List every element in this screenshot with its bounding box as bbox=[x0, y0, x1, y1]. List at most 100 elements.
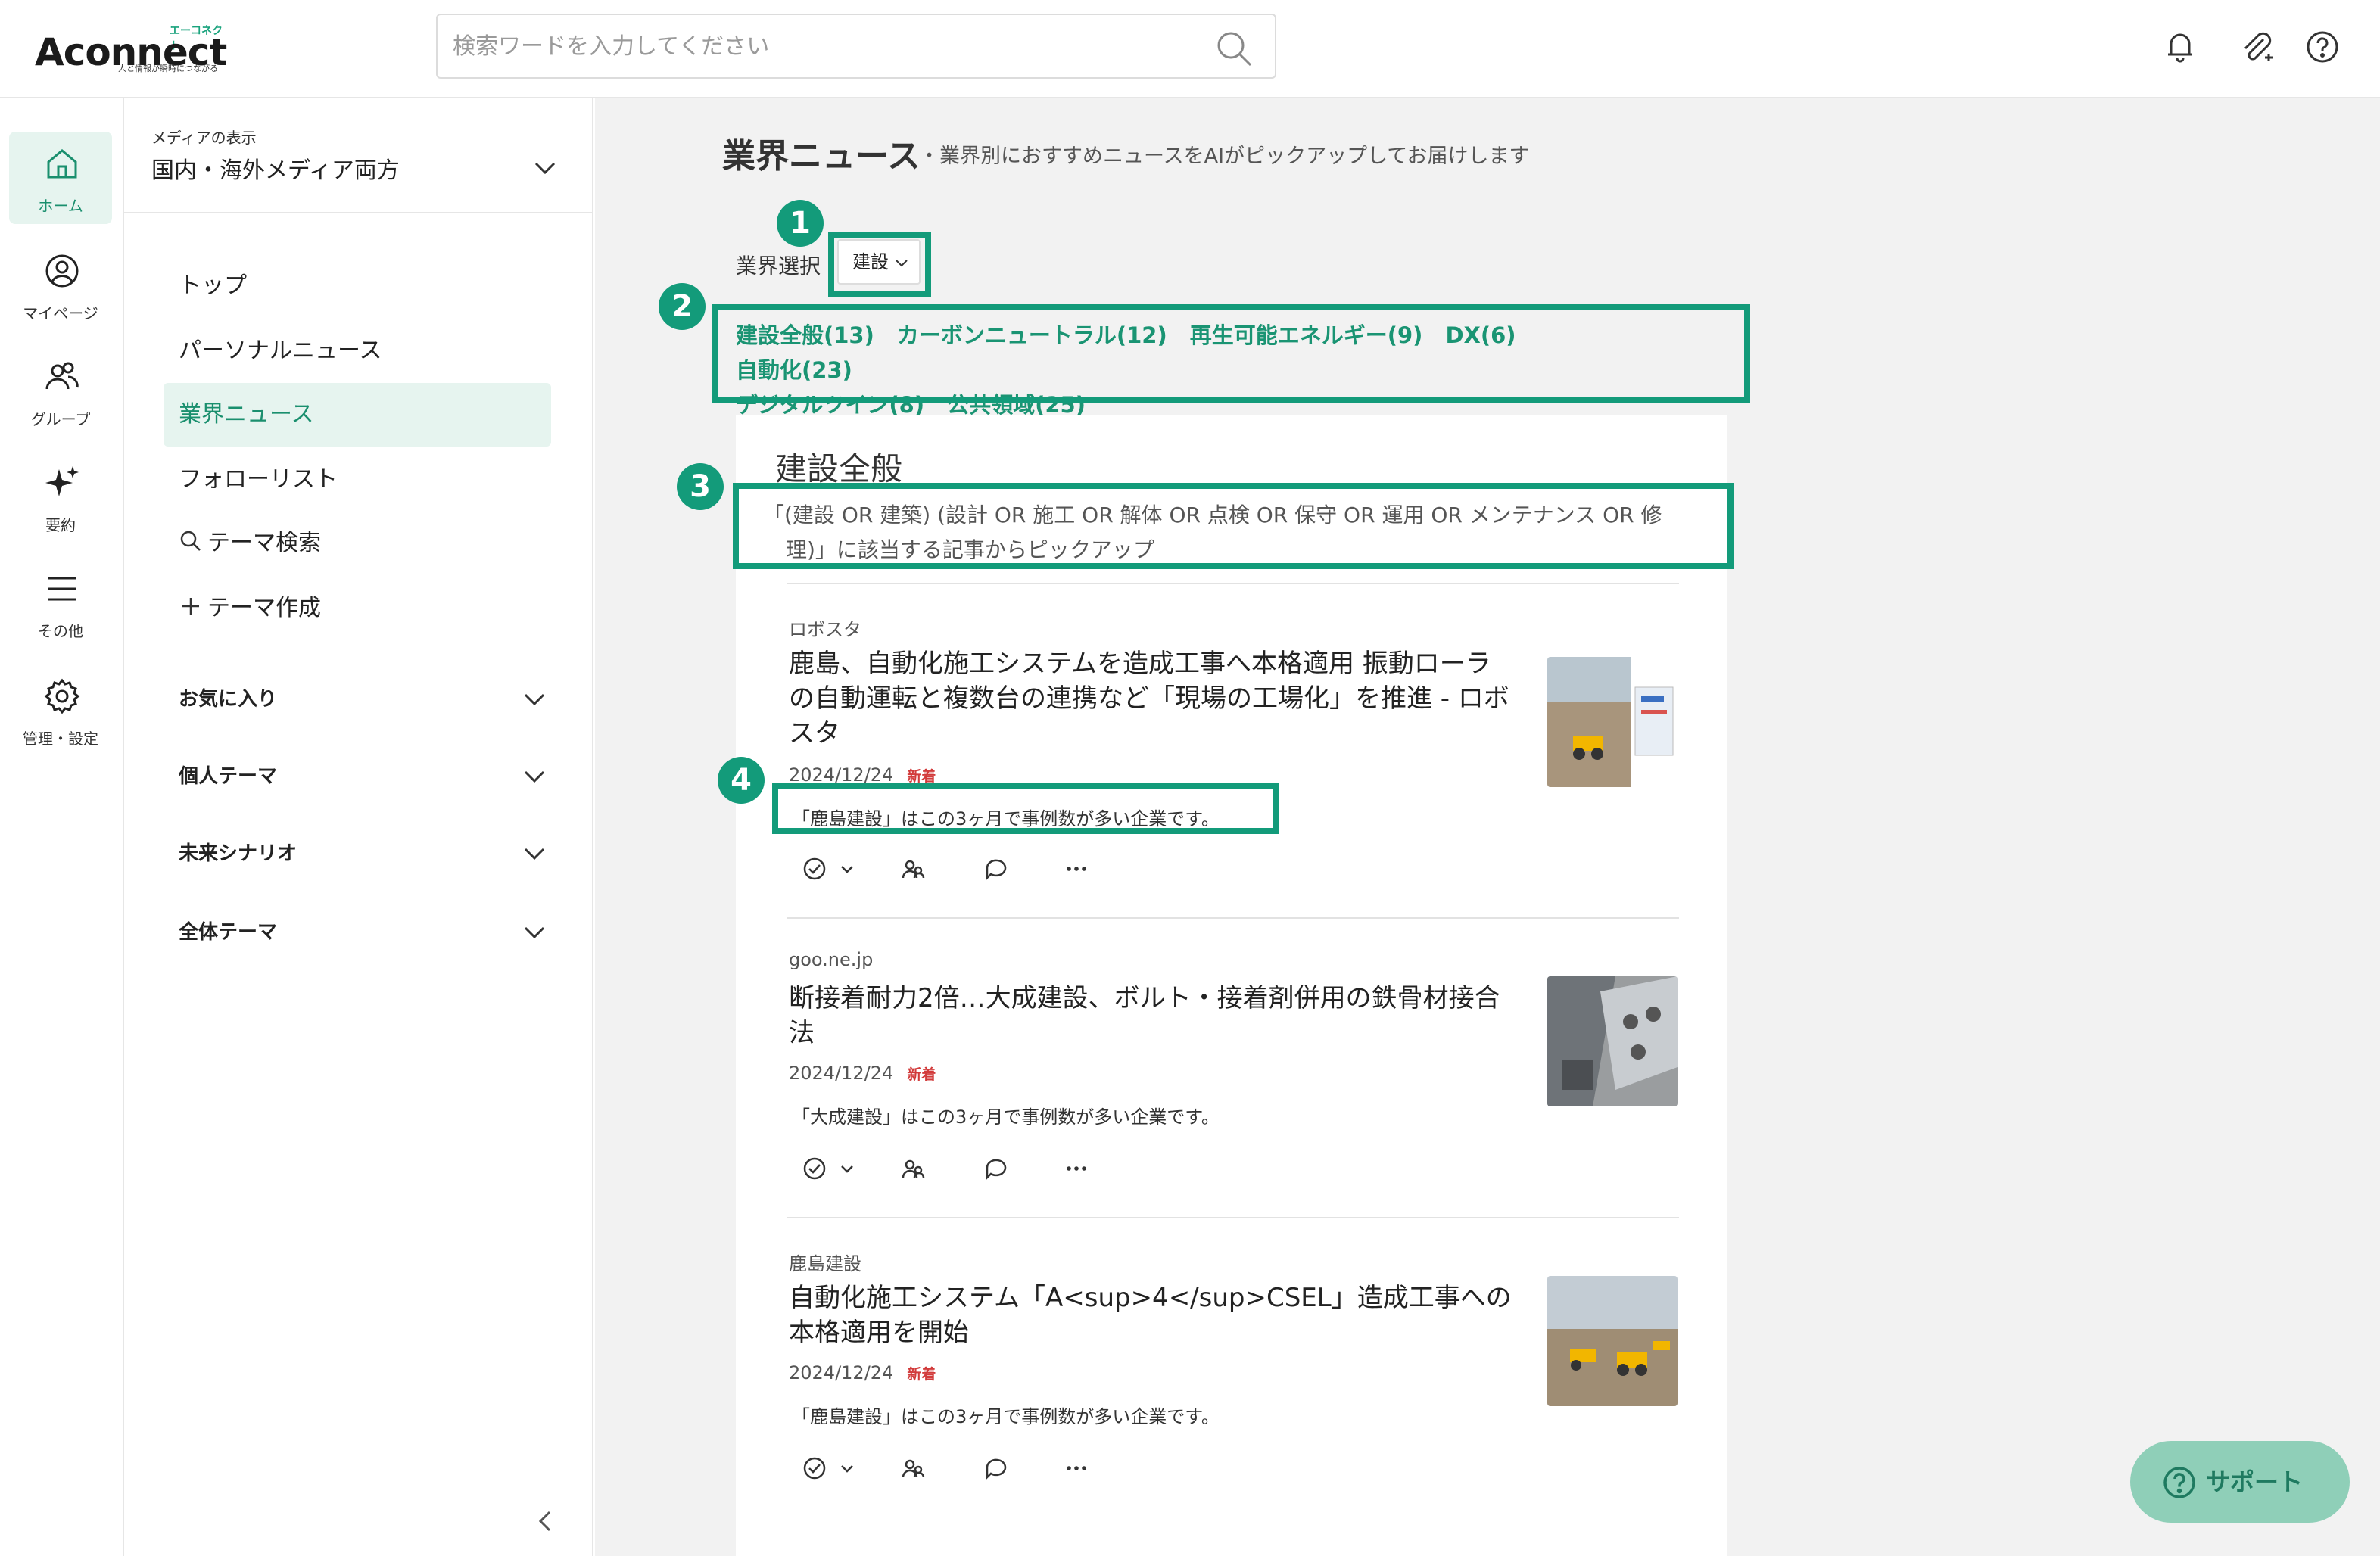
roller-site-image bbox=[1547, 1276, 1678, 1406]
comment-icon[interactable] bbox=[983, 1155, 1010, 1182]
rail-item-summary[interactable]: 要約 bbox=[9, 451, 112, 543]
article-thumbnail[interactable] bbox=[1547, 976, 1678, 1106]
nav-item-theme-search[interactable]: テーマ検索 bbox=[164, 512, 551, 575]
date-text: 2024/12/24 bbox=[789, 1063, 894, 1084]
article-source: 鹿島建設 bbox=[789, 1253, 861, 1274]
highlight-frame-4 bbox=[772, 783, 1279, 834]
rail-label: 要約 bbox=[45, 516, 76, 534]
nav-item-industry-news[interactable]: 業界ニュース bbox=[164, 383, 551, 447]
divider bbox=[124, 212, 593, 213]
page-subtitle: ・業界別におすすめニュースをAIがピックアップしてお届けします bbox=[919, 145, 1530, 168]
search-input[interactable] bbox=[453, 15, 1179, 77]
article-title[interactable]: 自動化施工システム「A<sup>4</sup>CSEL」造成工事への本格適用を開… bbox=[789, 1281, 1516, 1350]
highlight-frame-1 bbox=[828, 232, 931, 297]
accordion-all-themes[interactable]: 全体テーマ bbox=[179, 910, 550, 955]
rail-label: マイページ bbox=[23, 304, 98, 322]
search-icon[interactable] bbox=[1214, 29, 1254, 68]
aconnect-logo[interactable]: エーコネクト Aconnect 人と情報が瞬時につながる bbox=[35, 23, 232, 77]
nav-item-follow-list[interactable]: フォローリスト bbox=[164, 448, 551, 512]
chevron-down-icon[interactable] bbox=[839, 1155, 855, 1182]
nav-item-theme-create[interactable]: テーマ作成 bbox=[164, 577, 551, 640]
comment-icon[interactable] bbox=[983, 1455, 1010, 1482]
page-title: 業界ニュース bbox=[722, 137, 921, 176]
rail-label: グループ bbox=[30, 410, 91, 428]
nav-label: 業界ニュース bbox=[179, 401, 314, 428]
accordion-label: お気に入り bbox=[179, 688, 278, 711]
logo-tagline: 人と情報が瞬時につながる bbox=[118, 64, 218, 73]
article-thumbnail[interactable] bbox=[1547, 1276, 1678, 1406]
rail-item-home[interactable]: ホーム bbox=[9, 132, 112, 224]
more-icon[interactable] bbox=[1063, 855, 1090, 882]
help-icon bbox=[2163, 1467, 2195, 1498]
home-icon bbox=[47, 149, 77, 179]
nav-label: トップ bbox=[179, 272, 247, 299]
share-group-icon[interactable] bbox=[899, 1455, 927, 1482]
clip-icon[interactable] bbox=[2236, 27, 2276, 67]
highlight-frame-2 bbox=[712, 304, 1750, 403]
check-circle-icon[interactable] bbox=[801, 1155, 828, 1182]
rail-label: 管理・設定 bbox=[23, 730, 98, 748]
step-badge-3: 3 bbox=[677, 463, 724, 510]
article-title[interactable]: 断接着耐力2倍…大成建設、ボルト・接着剤併用の鉄骨材接合法 bbox=[789, 981, 1516, 1050]
step-badge-1: 1 bbox=[777, 200, 824, 247]
more-icon[interactable] bbox=[1063, 1155, 1090, 1182]
article-source: goo.ne.jp bbox=[789, 949, 874, 970]
gear-icon bbox=[44, 678, 80, 714]
chevron-down-icon[interactable] bbox=[839, 855, 855, 882]
article-title[interactable]: 鹿島、自動化施工システムを造成工事へ本格適用 振動ローラの自動運転と複数台の連携… bbox=[789, 646, 1516, 751]
rail-item-mypage[interactable]: マイページ bbox=[9, 239, 112, 331]
article-source: ロボスタ bbox=[789, 619, 861, 640]
sparkle-icon bbox=[45, 466, 79, 496]
chevron-down-icon[interactable] bbox=[839, 1455, 855, 1482]
nav-label: テーマ作成 bbox=[207, 595, 321, 621]
nav-item-top[interactable]: トップ bbox=[164, 254, 551, 318]
company-note: 「鹿島建設」はこの3ヶ月で事例数が多い企業です。 bbox=[792, 1406, 1220, 1427]
share-group-icon[interactable] bbox=[899, 1155, 927, 1182]
comment-icon[interactable] bbox=[983, 855, 1010, 882]
help-icon[interactable] bbox=[2303, 27, 2342, 67]
bell-icon[interactable] bbox=[2160, 27, 2200, 67]
accordion-future-scenario[interactable]: 未来シナリオ bbox=[179, 831, 550, 876]
new-badge: 新着 bbox=[907, 1066, 936, 1083]
chevron-down-icon bbox=[524, 848, 545, 860]
accordion-label: 未来シナリオ bbox=[179, 842, 298, 865]
nav-label: テーマ検索 bbox=[207, 530, 321, 556]
article-item[interactable]: 鹿島建設 自動化施工システム「A<sup>4</sup>CSEL」造成工事への本… bbox=[787, 1217, 1679, 1517]
accordion-personal-theme[interactable]: 個人テーマ bbox=[179, 754, 550, 799]
chevron-down-icon bbox=[524, 926, 545, 939]
date-text: 2024/12/24 bbox=[789, 1362, 894, 1383]
check-circle-icon[interactable] bbox=[801, 1455, 828, 1482]
rail-item-settings[interactable]: 管理・設定 bbox=[9, 664, 112, 757]
nav-item-personal-news[interactable]: パーソナルニュース bbox=[164, 319, 551, 383]
chevron-down-icon[interactable] bbox=[530, 153, 560, 183]
highlight-frame-3 bbox=[733, 483, 1734, 569]
support-label: サポート bbox=[2206, 1467, 2304, 1496]
share-group-icon[interactable] bbox=[899, 855, 927, 882]
media-select[interactable]: 国内・海外メディア両方 bbox=[151, 151, 400, 185]
support-button[interactable]: サポート bbox=[2130, 1441, 2350, 1523]
chevron-down-icon bbox=[524, 693, 545, 706]
user-circle-icon bbox=[45, 254, 79, 288]
step-badge-4: 4 bbox=[718, 757, 765, 804]
top-header: エーコネクト Aconnect 人と情報が瞬時につながる bbox=[0, 0, 2380, 98]
menu-icon bbox=[48, 577, 76, 601]
chevron-down-icon bbox=[524, 770, 545, 783]
company-note: 「大成建設」はこの3ヶ月で事例数が多い企業です。 bbox=[792, 1106, 1220, 1128]
article-item[interactable]: goo.ne.jp 断接着耐力2倍…大成建設、ボルト・接着剤併用の鉄骨材接合法 … bbox=[787, 917, 1679, 1217]
chevron-left-icon[interactable] bbox=[530, 1506, 560, 1536]
accordion-label: 個人テーマ bbox=[179, 765, 278, 788]
article-item[interactable]: ロボスタ 鹿島、自動化施工システムを造成工事へ本格適用 振動ローラの自動運転と複… bbox=[787, 583, 1679, 917]
plus-icon bbox=[182, 598, 199, 615]
check-circle-icon[interactable] bbox=[801, 855, 828, 882]
article-thumbnail[interactable] bbox=[1547, 657, 1678, 787]
rail-item-group[interactable]: グループ bbox=[9, 345, 112, 437]
accordion-favorites[interactable]: お気に入り bbox=[179, 677, 550, 722]
news-panel: 建設全般 「(建設 OR 建築) (設計 OR 施工 OR 解体 OR 点検 O… bbox=[736, 415, 1727, 1556]
left-rail: ホーム マイページ グループ 要約 その他 管理・設定 bbox=[0, 98, 124, 1556]
nav-label: パーソナルニュース bbox=[179, 338, 382, 364]
steel-joint-image bbox=[1547, 976, 1678, 1106]
step-badge-2: 2 bbox=[659, 283, 706, 330]
more-icon[interactable] bbox=[1063, 1455, 1090, 1482]
rail-label: ホーム bbox=[38, 197, 83, 215]
rail-item-other[interactable]: その他 bbox=[9, 557, 112, 649]
